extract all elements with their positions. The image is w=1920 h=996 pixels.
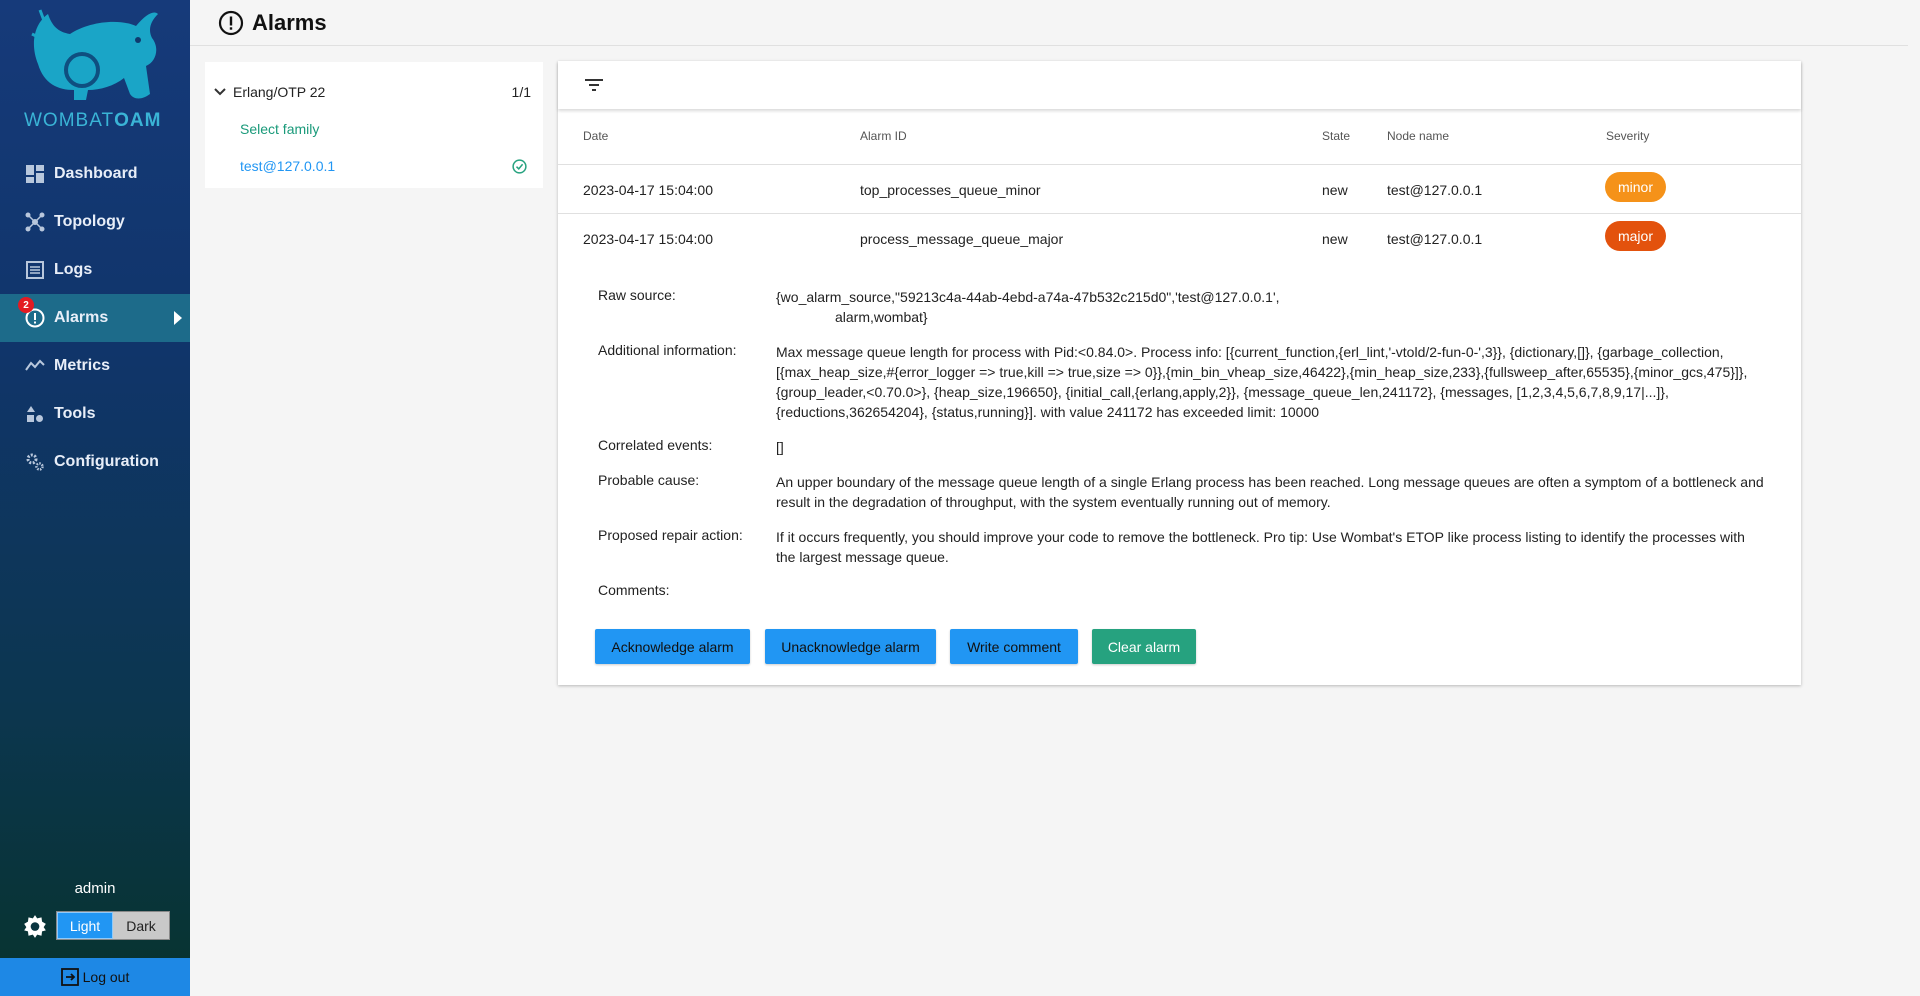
chevron-right-icon [174, 311, 182, 325]
tools-icon [24, 403, 46, 425]
correlated-events-label: Correlated events: [598, 437, 713, 453]
select-family-row: Select family [205, 119, 543, 139]
configuration-icon [24, 451, 46, 473]
page-header: Alarms [190, 0, 1908, 46]
table-toolbar [558, 61, 1801, 109]
theme-dark-button[interactable]: Dark [113, 912, 169, 939]
sidebar-item-label: Dashboard [54, 165, 138, 182]
check-circle-icon [512, 158, 527, 174]
acknowledge-alarm-button[interactable]: Acknowledge alarm [595, 629, 750, 664]
node-link[interactable]: test@127.0.0.1 [240, 158, 335, 174]
sidebar: WOMBATOAM Dashboard Topology Logs 2 Alar… [0, 0, 190, 996]
row-state: new [1322, 231, 1348, 247]
raw-source-value: {wo_alarm_source,"59213c4a-44ab-4ebd-a74… [776, 287, 1766, 327]
raw-source-line1: {wo_alarm_source,"59213c4a-44ab-4ebd-a74… [776, 289, 1280, 305]
row-divider [558, 213, 1801, 214]
dashboard-icon [24, 163, 46, 185]
sidebar-item-label: Metrics [54, 357, 111, 374]
filter-icon[interactable] [584, 77, 604, 93]
sidebar-item-label: Topology [54, 213, 125, 230]
sidebar-item-dashboard[interactable]: Dashboard [0, 150, 190, 198]
sidebar-item-alarms[interactable]: 2 Alarms [0, 294, 190, 342]
severity-badge: minor [1605, 172, 1666, 202]
wombat-logo [31, 9, 159, 100]
sidebar-item-tools[interactable]: Tools [0, 390, 190, 438]
logout-icon [60, 968, 79, 986]
column-header-alarm-id[interactable]: Alarm ID [860, 129, 907, 143]
severity-badge: major [1605, 221, 1666, 251]
comments-label: Comments: [598, 582, 670, 598]
unacknowledge-alarm-button[interactable]: Unacknowledge alarm [765, 629, 936, 664]
column-header-node-name[interactable]: Node name [1387, 129, 1449, 143]
sidebar-item-topology[interactable]: Topology [0, 198, 190, 246]
sidebar-nav: Dashboard Topology Logs 2 Alarms Metrics… [0, 150, 190, 486]
probable-cause-value: An upper boundary of the message queue l… [776, 474, 1764, 510]
sidebar-item-label: Alarms [54, 309, 109, 326]
theme-light-button[interactable]: Light [57, 912, 113, 939]
family-name: Erlang/OTP 22 [233, 84, 326, 100]
row-alarm-id: top_processes_queue_minor [860, 182, 1041, 198]
theme-switcher: Light Dark [22, 911, 170, 940]
tree-family-row[interactable]: Erlang/OTP 22 1/1 [205, 82, 543, 102]
row-state: new [1322, 182, 1348, 198]
row-divider [558, 164, 1801, 165]
logo-text: WOMBATOAM [24, 110, 162, 131]
row-date: 2023-04-17 15:04:00 [583, 182, 713, 198]
raw-source-line2: alarm,wombat} [835, 309, 928, 325]
sidebar-item-metrics[interactable]: Metrics [0, 342, 190, 390]
raw-source-label: Raw source: [598, 287, 676, 303]
node-row[interactable]: test@127.0.0.1 [205, 156, 543, 176]
sidebar-item-label: Logs [54, 261, 93, 278]
select-family-link[interactable]: Select family [240, 121, 319, 137]
chevron-down-icon[interactable] [213, 85, 227, 99]
column-header-date[interactable]: Date [583, 129, 608, 143]
alarm-icon [218, 10, 244, 35]
column-header-severity[interactable]: Severity [1606, 129, 1649, 143]
node-tree-panel: Erlang/OTP 22 1/1 Select family test@127… [205, 62, 543, 188]
sidebar-item-logs[interactable]: Logs [0, 246, 190, 294]
alarms-panel: Date Alarm ID State Node name Severity 2… [558, 61, 1801, 685]
gear-icon[interactable] [22, 913, 48, 939]
sidebar-item-label: Configuration [54, 453, 159, 470]
additional-info-label: Additional information: [598, 342, 737, 358]
sidebar-item-configuration[interactable]: Configuration [0, 438, 190, 486]
logout-button[interactable]: Log out [0, 958, 190, 996]
write-comment-button[interactable]: Write comment [950, 629, 1078, 664]
family-count: 1/1 [511, 84, 531, 100]
logs-icon [24, 259, 46, 281]
page-title: Alarms [252, 9, 327, 35]
row-node: test@127.0.0.1 [1387, 231, 1483, 247]
alarm-count-badge: 2 [18, 297, 34, 313]
repair-action-label: Proposed repair action: [598, 527, 743, 543]
probable-cause-label: Probable cause: [598, 472, 700, 488]
correlated-events-value: [] [776, 439, 784, 455]
metrics-icon [24, 355, 46, 377]
row-node: test@127.0.0.1 [1387, 182, 1483, 198]
topology-icon [24, 211, 46, 233]
column-header-state[interactable]: State [1322, 129, 1350, 143]
theme-toggle: Light Dark [56, 911, 170, 940]
repair-action-value: If it occurs frequently, you should impr… [776, 529, 1745, 565]
logout-label: Log out [82, 969, 130, 985]
username: admin [74, 880, 116, 897]
row-date: 2023-04-17 15:04:00 [583, 231, 713, 247]
row-alarm-id: process_message_queue_major [860, 231, 1064, 247]
sidebar-item-label: Tools [54, 405, 96, 422]
clear-alarm-button[interactable]: Clear alarm [1092, 629, 1196, 664]
additional-info-value: Max message queue length for process wit… [776, 344, 1748, 420]
